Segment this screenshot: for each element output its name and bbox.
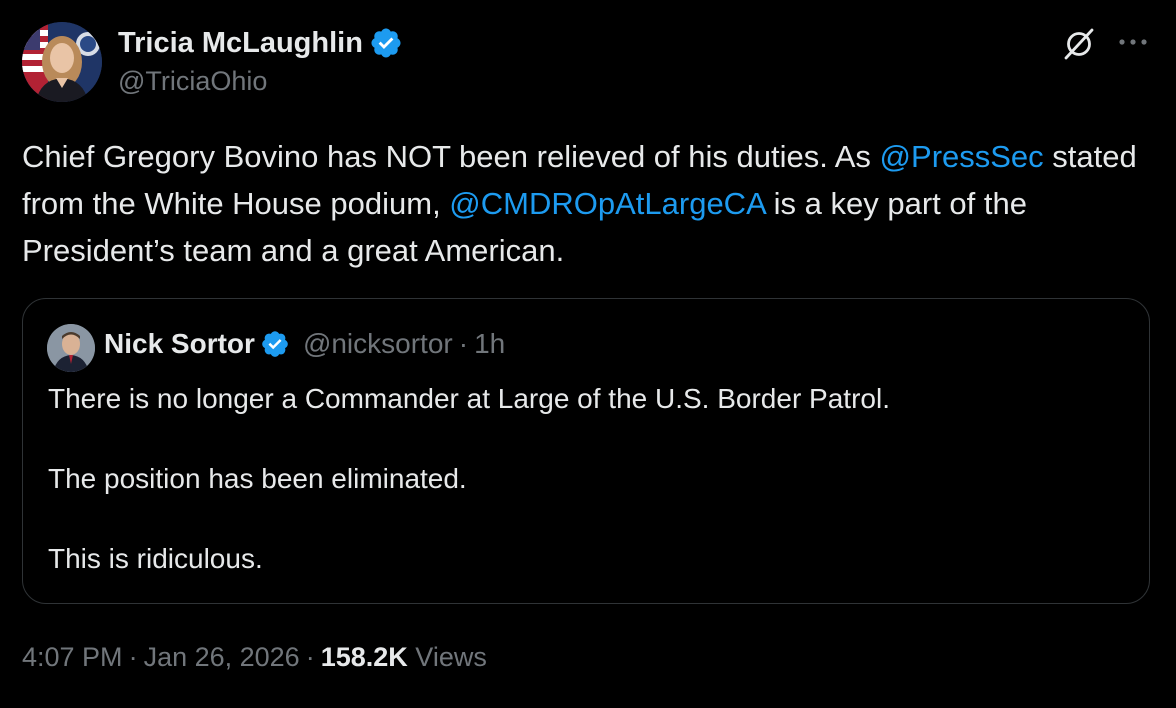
views-count[interactable]: 158.2K bbox=[321, 642, 408, 672]
tweet-meta: 4:07 PM · Jan 26, 2026 · 158.2K Views bbox=[22, 642, 487, 673]
quoted-author-avatar[interactable] bbox=[47, 324, 95, 372]
quoted-author-name[interactable]: Nick Sortor bbox=[104, 328, 255, 360]
meta-separator: · bbox=[128, 642, 138, 672]
quoted-author-handle[interactable]: @nicksortor bbox=[303, 328, 453, 360]
views-label: Views bbox=[415, 642, 487, 672]
quoted-text-line: The position has been eliminated. bbox=[48, 463, 467, 494]
author-handle[interactable]: @TriciaOhio bbox=[118, 66, 267, 97]
author-avatar[interactable] bbox=[22, 22, 102, 102]
quoted-header: Nick Sortor @nicksortor · 1h bbox=[104, 328, 505, 360]
verified-badge-icon bbox=[262, 331, 288, 357]
author-name-text: Tricia McLaughlin bbox=[118, 26, 363, 59]
mention-cmdropatlargeca-link[interactable]: @CMDROpAtLargeCA bbox=[449, 186, 765, 221]
tweet-date[interactable]: Jan 26, 2026 bbox=[144, 642, 300, 672]
tweet-text: Chief Gregory Bovino has NOT been reliev… bbox=[22, 133, 1162, 274]
more-icon[interactable] bbox=[1116, 30, 1150, 54]
quoted-tweet-card[interactable]: Nick Sortor @nicksortor · 1h There is no… bbox=[22, 298, 1150, 604]
mention-presssec-link[interactable]: @PressSec bbox=[880, 139, 1044, 174]
tweet-text-segment: Chief Gregory Bovino has NOT been reliev… bbox=[22, 139, 880, 174]
quoted-separator: · bbox=[458, 328, 469, 359]
meta-separator: · bbox=[305, 642, 315, 672]
quoted-text-line: This is ridiculous. bbox=[48, 543, 263, 574]
verified-badge-icon bbox=[371, 28, 401, 58]
grok-icon[interactable] bbox=[1060, 24, 1098, 62]
quoted-timestamp[interactable]: 1h bbox=[474, 328, 505, 360]
quoted-text-line: There is no longer a Commander at Large … bbox=[48, 383, 890, 414]
tweet-time[interactable]: 4:07 PM bbox=[22, 642, 123, 672]
author-name[interactable]: Tricia McLaughlin bbox=[118, 26, 403, 60]
